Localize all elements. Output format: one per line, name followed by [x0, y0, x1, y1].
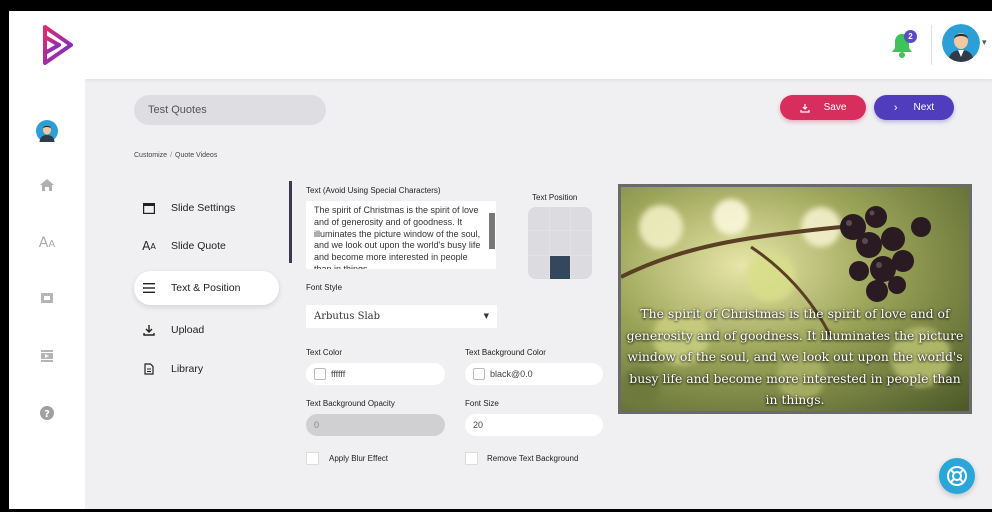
blur-effect-checkbox[interactable] — [306, 452, 319, 465]
sidebar-item-fonts[interactable]: AA — [35, 231, 59, 255]
download-icon — [799, 103, 810, 113]
remove-bg-label: Remove Text Background — [487, 454, 579, 463]
font-size-input[interactable]: 20 — [465, 414, 603, 436]
next-label: Next — [913, 102, 935, 113]
textarea-scrollbar[interactable] — [489, 213, 495, 249]
chevron-right-icon: › — [893, 101, 898, 114]
font-icon: AA — [142, 239, 156, 253]
position-bottom-right[interactable] — [571, 255, 592, 279]
position-top-left[interactable] — [528, 207, 549, 231]
menu-item-slide-quote[interactable]: AA Slide Quote — [134, 229, 279, 263]
position-bottom-left[interactable] — [528, 255, 549, 279]
text-bg-color-field[interactable]: black@0.0 — [465, 363, 603, 385]
slide-icon — [142, 201, 156, 215]
text-color-swatch[interactable] — [314, 368, 326, 380]
document-icon — [142, 362, 156, 376]
notification-badge: 2 — [904, 30, 917, 43]
font-size-label: Font Size — [465, 399, 499, 408]
top-bar: 2 ▾ — [9, 11, 992, 79]
menu-label: Slide Settings — [171, 202, 236, 214]
user-avatar-icon — [36, 120, 58, 142]
menu-item-upload[interactable]: Upload — [134, 313, 279, 347]
video-template-icon — [41, 293, 53, 303]
slide-preview: The spirit of Christmas is the spirit of… — [618, 184, 972, 414]
sidebar-profile[interactable] — [35, 119, 59, 143]
save-label: Save — [823, 102, 847, 113]
support-button[interactable] — [939, 458, 975, 494]
font-style-select[interactable]: Arbutus Slab ▼ — [306, 305, 497, 328]
user-avatar[interactable] — [942, 24, 980, 62]
text-label: Text (Avoid Using Special Characters) — [306, 186, 441, 195]
breadcrumb: Customize / Quote Videos — [134, 152, 217, 159]
menu-label: Slide Quote — [171, 240, 226, 252]
font-icon: AA — [38, 235, 56, 251]
sidebar: AA ? — [9, 79, 85, 509]
menu-item-library[interactable]: Library — [134, 352, 279, 386]
next-button[interactable]: › Next — [874, 95, 954, 120]
help-icon: ? — [40, 406, 54, 420]
chevron-down-icon[interactable]: ▾ — [982, 37, 987, 48]
font-style-label: Font Style — [306, 283, 343, 292]
chevron-down-icon: ▼ — [483, 312, 489, 320]
film-icon — [41, 350, 53, 362]
position-bottom-center[interactable] — [549, 255, 571, 279]
text-bg-opacity-label: Text Background Opacity — [306, 399, 395, 408]
blur-effect-label: Apply Blur Effect — [329, 454, 388, 463]
text-color-field[interactable]: ffffff — [306, 363, 445, 385]
text-bg-opacity-input[interactable]: 0 — [306, 414, 445, 436]
font-style-value: Arbutus Slab — [314, 311, 381, 322]
sidebar-item-home[interactable] — [35, 173, 59, 197]
play-logo-icon[interactable] — [37, 23, 77, 67]
user-avatar-icon — [942, 24, 980, 62]
position-top-center[interactable] — [549, 207, 571, 231]
divider — [931, 25, 932, 65]
quote-textarea[interactable]: The spirit of Christmas is the spirit of… — [306, 201, 496, 269]
preview-quote-text: The spirit of Christmas is the spirit of… — [626, 306, 964, 407]
menu-item-slide-settings[interactable]: Slide Settings — [134, 191, 279, 225]
svg-text:?: ? — [44, 409, 50, 420]
text-position-label: Text Position — [532, 193, 578, 202]
text-color-label: Text Color — [306, 348, 343, 357]
text-color-value: ffffff — [331, 369, 346, 379]
menu-divider — [289, 181, 292, 263]
menu-lines-icon — [142, 281, 156, 295]
menu-item-text-position[interactable]: Text & Position — [134, 271, 279, 305]
menu-label: Upload — [171, 324, 205, 336]
remove-bg-checkbox[interactable] — [465, 452, 478, 465]
lifebuoy-icon — [947, 466, 967, 486]
text-bg-color-swatch[interactable] — [473, 368, 485, 380]
menu-label: Text & Position — [171, 282, 241, 294]
breadcrumb-customize[interactable]: Customize — [134, 152, 167, 159]
menu-label: Library — [171, 363, 204, 375]
project-name-input[interactable]: Test Quotes — [134, 95, 326, 125]
text-position-grid — [528, 207, 592, 279]
text-bg-color-label: Text Background Color — [465, 348, 546, 357]
position-middle-left[interactable] — [528, 231, 549, 255]
position-middle-right[interactable] — [571, 231, 592, 255]
home-icon — [40, 179, 54, 191]
app-frame: 2 ▾ AA ? Test Quotes Save › Next Customi… — [9, 11, 992, 509]
text-bg-color-value: black@0.0 — [490, 369, 533, 379]
sidebar-item-templates[interactable] — [35, 286, 59, 310]
save-button[interactable]: Save — [780, 95, 866, 120]
sidebar-item-help[interactable]: ? — [35, 401, 59, 425]
position-middle-center[interactable] — [549, 231, 571, 255]
sidebar-item-videos[interactable] — [35, 344, 59, 368]
upload-icon — [142, 323, 156, 337]
breadcrumb-quote-videos[interactable]: Quote Videos — [175, 152, 217, 159]
position-top-right[interactable] — [571, 207, 592, 231]
breadcrumb-separator: / — [170, 152, 173, 159]
